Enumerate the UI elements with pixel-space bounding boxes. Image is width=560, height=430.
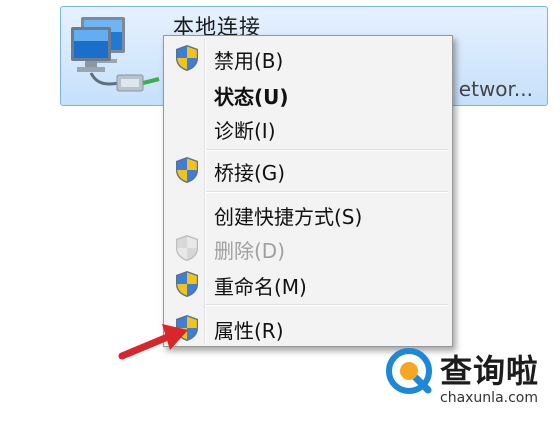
connection-device: etwor... [458, 77, 533, 101]
menu-item-diagnose[interactable]: 诊断(I) [166, 110, 450, 144]
menu-item-label: 诊断(I) [214, 119, 276, 143]
chaxunla-logo-icon [386, 348, 432, 394]
uac-shield-icon [176, 45, 198, 71]
menu-item-disable[interactable]: 禁用(B) [166, 40, 450, 74]
uac-shield-icon [176, 235, 198, 261]
menu-item-rename[interactable]: 重命名(M) [166, 266, 450, 300]
menu-item-label: 创建快捷方式(S) [214, 205, 363, 229]
context-menu: 禁用(B) 状态(U) 诊断(I) 桥接(G) 创建快捷方式(S) 删除(D) … [163, 35, 453, 347]
watermark-title: 查询啦 [440, 352, 540, 390]
watermark-url: chaxunla.com [440, 390, 538, 406]
menu-item-label: 禁用(B) [214, 49, 284, 73]
red-pointer-arrow-icon [118, 324, 188, 360]
menu-separator [206, 304, 448, 306]
menu-item-create-shortcut[interactable]: 创建快捷方式(S) [166, 196, 450, 230]
menu-item-label: 状态(U) [214, 85, 289, 109]
menu-item-label: 属性(R) [214, 319, 284, 343]
menu-separator [206, 191, 448, 193]
menu-item-label: 删除(D) [214, 239, 286, 263]
uac-shield-icon [176, 157, 198, 183]
watermark: 查询啦 chaxunla.com [382, 346, 552, 408]
network-connection-icon [71, 17, 160, 92]
menu-item-delete: 删除(D) [166, 230, 450, 264]
menu-item-properties[interactable]: 属性(R) [166, 310, 450, 344]
menu-item-bridge[interactable]: 桥接(G) [166, 152, 450, 186]
menu-separator [206, 149, 448, 151]
menu-item-status[interactable]: 状态(U) [166, 76, 450, 110]
uac-shield-icon [176, 271, 198, 297]
menu-item-label: 桥接(G) [214, 161, 286, 185]
menu-item-label: 重命名(M) [214, 275, 307, 299]
